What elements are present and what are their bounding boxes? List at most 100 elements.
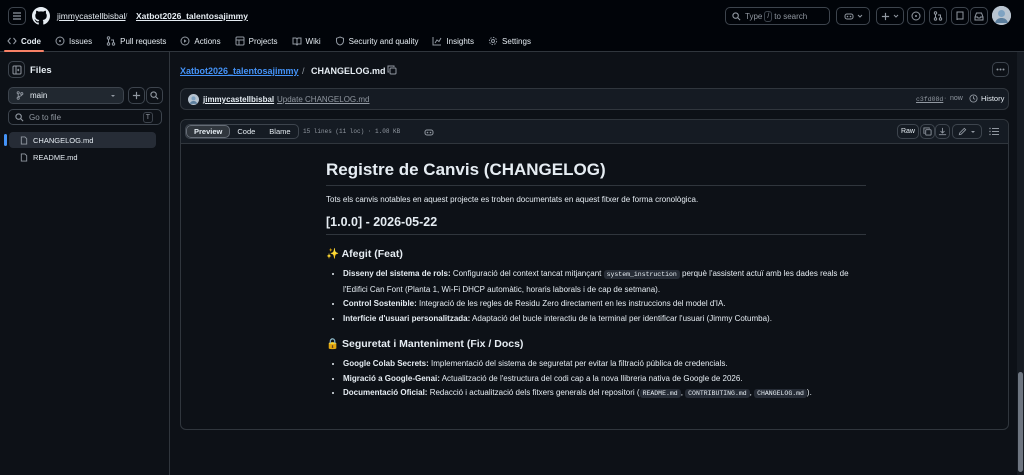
tab-projects[interactable]: Projects xyxy=(228,31,285,51)
commit-dot: · xyxy=(944,95,947,102)
file-viewer-header: Preview Code Blame 15 lines (11 loc) · 1… xyxy=(181,120,1008,144)
raw-button[interactable]: Raw xyxy=(897,124,919,139)
go-to-file-placeholder: Go to file xyxy=(29,112,62,122)
added-list: Disseny del sistema de rols: Configuraci… xyxy=(343,267,866,326)
breadcrumb-owner-link[interactable]: jimmycastellbisbal xyxy=(57,11,126,21)
page-scrollbar[interactable] xyxy=(1017,52,1024,475)
list-item-text: Implementació del sistema de seguretat p… xyxy=(428,359,728,368)
tab-code-label: Code xyxy=(21,36,41,46)
list-item-text: Configuració del context tancat mitjança… xyxy=(450,269,604,278)
breadcrumb-repo-link[interactable]: Xatbot2026_talentosajimmy xyxy=(136,11,248,21)
book-icon xyxy=(292,37,302,46)
list-item: Documentació Oficial: Redacció i actuali… xyxy=(343,386,866,402)
chevron-down-icon xyxy=(893,14,899,18)
list-item-text: Integració de les regles de Residu Zero … xyxy=(416,299,726,308)
file-path-filename: CHANGELOG.md xyxy=(311,66,386,76)
copy-icon xyxy=(387,65,397,75)
preview-toggle[interactable]: Preview xyxy=(186,125,231,138)
history-label: History xyxy=(981,94,1005,103)
doc-title: Registre de Canvis (CHANGELOG) xyxy=(326,160,866,186)
edit-file-button[interactable] xyxy=(952,124,982,139)
search-icon xyxy=(150,91,159,100)
tab-actions[interactable]: Actions xyxy=(173,31,227,51)
pull-requests-nav-button[interactable] xyxy=(929,7,947,25)
caret-down-icon xyxy=(971,130,975,133)
collapse-sidebar-button[interactable] xyxy=(8,61,25,78)
pencil-icon xyxy=(958,127,967,136)
caret-down-icon xyxy=(111,94,115,97)
tab-projects-label: Projects xyxy=(248,36,278,46)
tab-code[interactable]: Code xyxy=(0,31,48,52)
inline-code: README.md xyxy=(639,389,681,398)
top-header: jimmycastellbisbal / Xatbot2026_talentos… xyxy=(0,0,1024,52)
search-input[interactable]: Type / to search xyxy=(725,7,830,25)
outline-button[interactable] xyxy=(989,127,999,136)
download-raw-button[interactable] xyxy=(935,124,950,139)
tab-security[interactable]: Security and quality xyxy=(328,31,426,51)
markdown-body: Registre de Canvis (CHANGELOG) Tots els … xyxy=(326,160,866,413)
history-button[interactable]: History xyxy=(969,94,1004,103)
search-placeholder-pre: Type xyxy=(745,11,763,21)
copy-icon xyxy=(923,127,932,136)
tab-settings[interactable]: Settings xyxy=(481,31,538,51)
file-tree-item-changelog[interactable]: CHANGELOG.md xyxy=(4,132,156,148)
download-icon xyxy=(938,127,947,136)
commit-author-avatar[interactable] xyxy=(188,94,199,105)
commit-sha-link[interactable]: c3fd08d xyxy=(916,96,943,103)
go-to-file-input[interactable]: Go to file T xyxy=(8,109,162,125)
sidebar-title: Files xyxy=(30,65,52,76)
create-new-button[interactable] xyxy=(876,7,904,25)
avatar-image-icon xyxy=(189,96,198,104)
list-item-text: Actualització de l'estructura del codi c… xyxy=(439,373,743,383)
issues-nav-button[interactable] xyxy=(907,7,925,25)
branch-name: main xyxy=(30,91,48,100)
file-tree-item-label: README.md xyxy=(33,152,78,162)
add-file-button[interactable] xyxy=(128,87,145,104)
tab-issues[interactable]: Issues xyxy=(48,31,99,51)
commit-time: now xyxy=(950,95,963,102)
file-path-repo-link[interactable]: Xatbot2026_talentosajimmy xyxy=(180,66,299,76)
chevron-down-icon xyxy=(857,14,862,18)
scrollbar-thumb[interactable] xyxy=(1018,372,1023,472)
tab-insights[interactable]: Insights xyxy=(425,31,481,51)
git-branch-icon xyxy=(16,91,24,100)
commit-message-link[interactable]: Update CHANGELOG.md xyxy=(277,95,369,104)
copilot-file-button[interactable] xyxy=(424,127,434,137)
blame-toggle[interactable]: Blame xyxy=(262,125,297,138)
tab-pull-requests[interactable]: Pull requests xyxy=(99,31,173,51)
more-options-button[interactable] xyxy=(992,62,1009,77)
history-icon xyxy=(969,94,978,103)
repo-nav-tabs: Code Issues Pull requests Actions Projec… xyxy=(0,31,538,52)
plus-icon xyxy=(881,12,890,20)
copilot-icon xyxy=(844,13,853,20)
security-list: Google Colab Secrets: Implementació del … xyxy=(343,357,866,402)
hamburger-menu-button[interactable] xyxy=(8,7,26,25)
tab-pull-requests-label: Pull requests xyxy=(120,36,167,46)
inline-code: CONTRIBUTING.md xyxy=(685,389,750,398)
list-item: Disseny del sistema de rols: Configuraci… xyxy=(343,267,866,297)
tab-wiki-label: Wiki xyxy=(305,36,321,46)
file-tree-item-label: CHANGELOG.md xyxy=(33,135,94,145)
notifications-button[interactable] xyxy=(970,7,988,25)
issue-opened-icon xyxy=(911,11,921,21)
copy-raw-button[interactable] xyxy=(920,124,935,139)
code-toggle[interactable]: Code xyxy=(230,125,262,138)
tab-settings-label: Settings xyxy=(502,36,531,46)
commit-author-link[interactable]: jimmycastellbisbal xyxy=(203,95,274,104)
avatar[interactable] xyxy=(992,6,1011,25)
copy-path-button[interactable] xyxy=(387,65,397,75)
search-files-button[interactable] xyxy=(146,87,163,104)
view-mode-segmented-control: Preview Code Blame xyxy=(185,124,299,139)
avatar-image-icon xyxy=(992,6,1011,25)
repositories-nav-button[interactable] xyxy=(951,7,969,25)
tab-wiki[interactable]: Wiki xyxy=(285,31,328,51)
copilot-button[interactable] xyxy=(836,7,870,25)
file-stats: 15 lines (11 loc) · 1.08 KB xyxy=(303,128,401,135)
file-tree-item-readme[interactable]: README.md xyxy=(9,149,156,165)
github-logo-icon[interactable] xyxy=(32,7,50,25)
list-item-term: Migració a Google-Genai: xyxy=(343,373,440,383)
search-icon xyxy=(15,112,24,121)
search-icon xyxy=(732,11,741,20)
branch-selector[interactable]: main xyxy=(8,87,124,104)
tab-issues-label: Issues xyxy=(69,36,93,46)
